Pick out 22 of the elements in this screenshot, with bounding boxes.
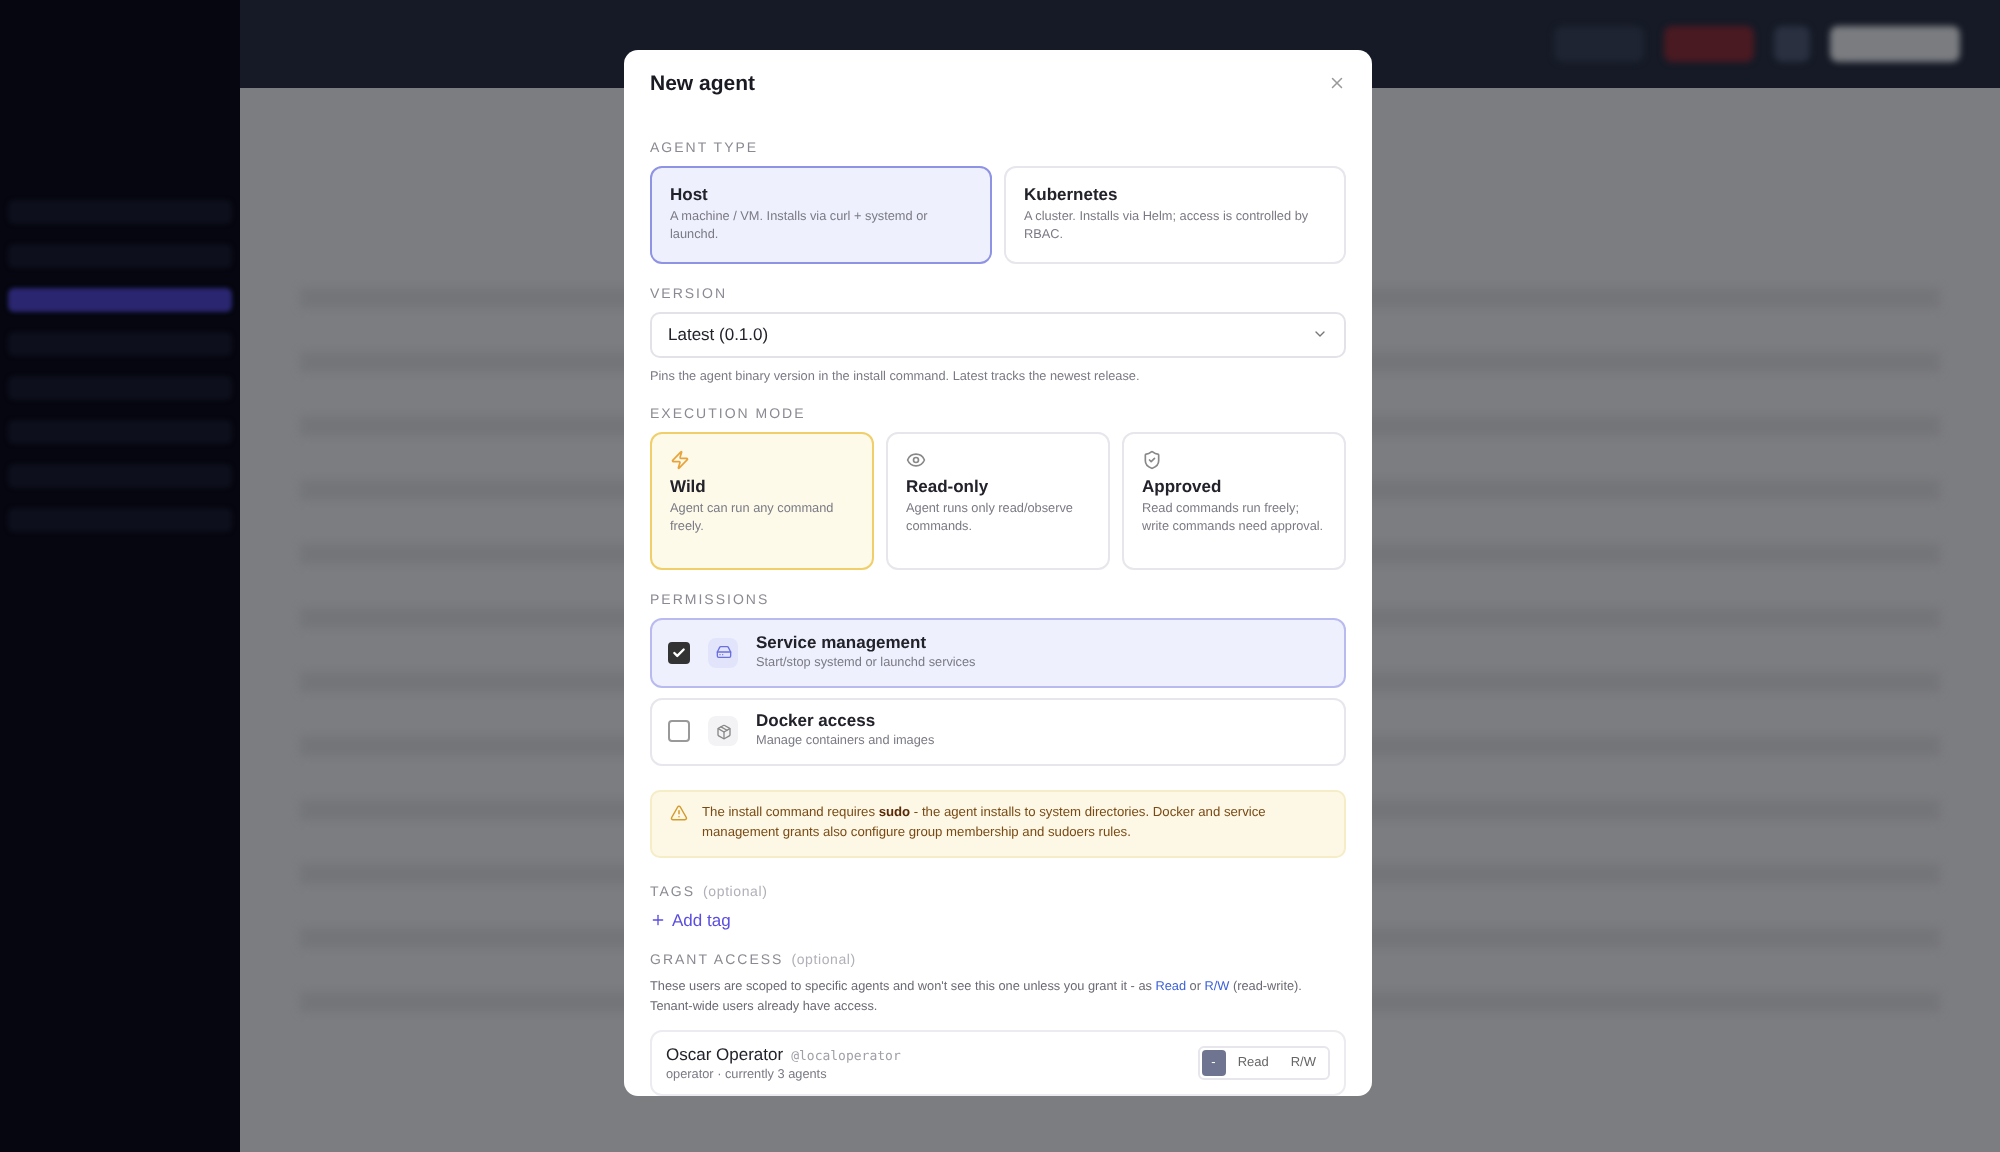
- eye-icon: [906, 449, 926, 470]
- dialog-title: New agent: [650, 71, 756, 96]
- check-icon: [672, 645, 686, 660]
- package-icon: [708, 716, 738, 747]
- version-select[interactable]: Latest (0.1.0): [650, 311, 1346, 358]
- checkbox[interactable]: [668, 720, 690, 743]
- permission-title: Service management: [756, 631, 929, 652]
- checkbox[interactable]: [668, 641, 690, 664]
- add-tag-button[interactable]: Add tag: [650, 910, 731, 931]
- user-name: Oscar Operator: [666, 1044, 784, 1064]
- option-title: Approved: [1142, 475, 1224, 496]
- permission-title: Docker access: [756, 710, 878, 731]
- close-button[interactable]: [1328, 74, 1346, 93]
- option-title: Kubernetes: [1024, 183, 1120, 204]
- option-title: Host: [670, 183, 710, 204]
- plus-icon: [650, 912, 666, 929]
- option-title: Wild: [670, 475, 708, 496]
- server-icon: [708, 637, 738, 668]
- shield-icon: [1142, 449, 1162, 470]
- lightning-icon: [670, 449, 690, 470]
- warning-icon: [670, 804, 688, 823]
- option-title: Read-only: [906, 475, 991, 496]
